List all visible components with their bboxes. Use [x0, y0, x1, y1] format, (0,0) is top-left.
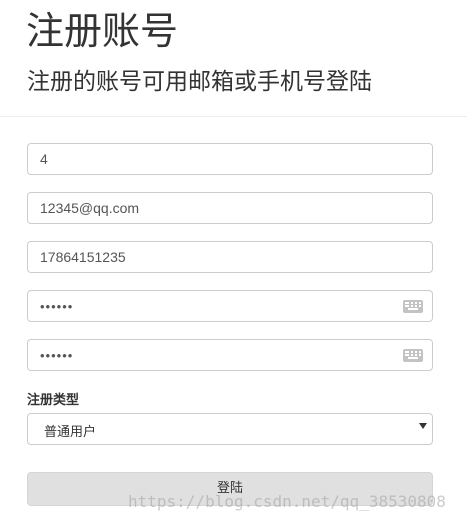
username-field[interactable] [27, 143, 433, 175]
account-type-value: 普通用户 [44, 425, 97, 440]
caret-down-icon [419, 423, 427, 429]
watermark: https://blog.csdn.net/qq_38530808 [128, 492, 446, 511]
page-subtitle: 注册的账号可用邮箱或手机号登陆 [27, 69, 372, 95]
phone-field[interactable] [27, 241, 433, 273]
keyboard-icon[interactable] [403, 300, 423, 313]
email-field[interactable] [27, 192, 433, 224]
account-type-label: 注册类型 [27, 393, 80, 408]
password-field[interactable] [27, 290, 433, 322]
keyboard-icon[interactable] [403, 349, 423, 362]
page-title: 注册账号 [26, 9, 179, 53]
account-type-select[interactable]: 普通用户 [27, 413, 433, 445]
confirm-password-field[interactable] [27, 339, 433, 371]
header-divider [0, 116, 467, 117]
